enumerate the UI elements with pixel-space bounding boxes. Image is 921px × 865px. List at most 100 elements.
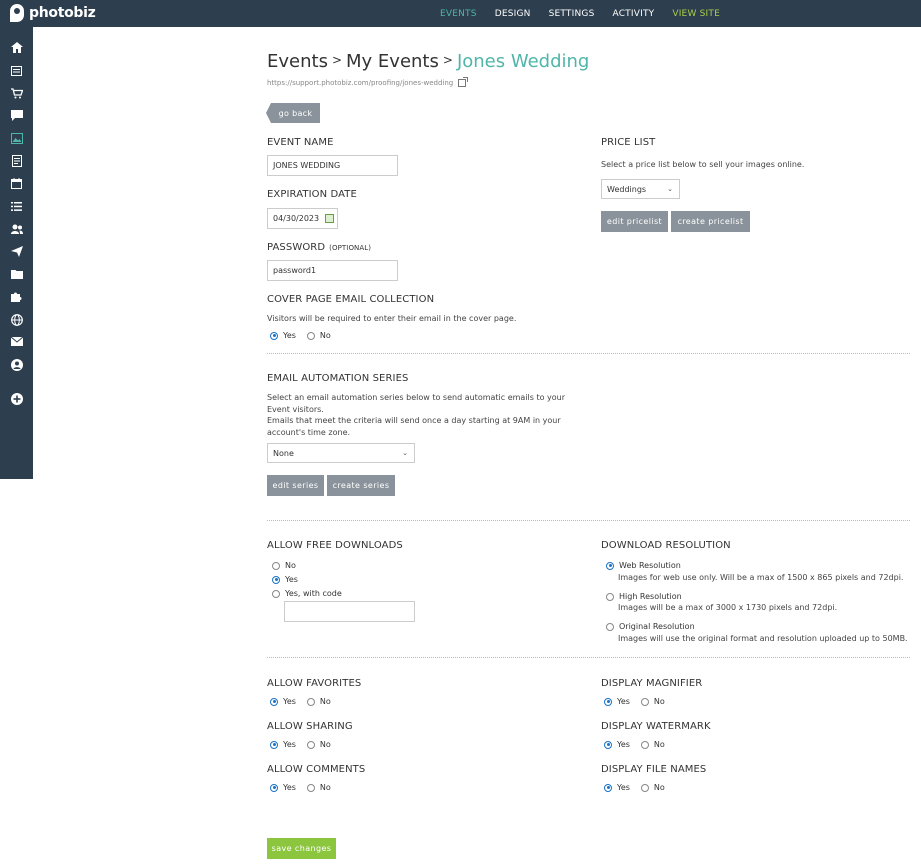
email-series-description-2: Emails that meet the criteria will send …: [267, 416, 561, 437]
nav-design[interactable]: DESIGN: [495, 9, 531, 19]
free-downloads-no-radio[interactable]: [272, 561, 280, 570]
high-resolution-description: Images will be a max of 3000 x 1730 pixe…: [618, 603, 838, 612]
breadcrumb-my-events[interactable]: My Events: [346, 51, 439, 72]
chevron-down-icon: ⌄: [667, 185, 673, 193]
allow-sharing-yes-radio[interactable]: [270, 740, 278, 749]
allow-comments-yes-radio[interactable]: [270, 783, 278, 792]
email-series-selected: None: [273, 448, 294, 458]
logo-icon: [10, 4, 24, 22]
allow-sharing-no-radio[interactable]: [306, 740, 315, 749]
event-url-text[interactable]: https://support.photobiz.com/proofing/jo…: [267, 79, 453, 87]
web-resolution-radio[interactable]: [606, 561, 614, 570]
password-label: PASSWORD (OPTIONAL): [267, 242, 371, 253]
display-file-names-options: Yes No: [604, 783, 665, 792]
section-divider: [267, 353, 910, 354]
cover-email-no-label: No: [319, 331, 331, 340]
calendar-icon[interactable]: [10, 177, 23, 190]
breadcrumb-events[interactable]: Events: [267, 51, 328, 72]
display-watermark-yes-radio[interactable]: [604, 740, 612, 749]
expiration-date-input[interactable]: 04/30/2023: [267, 208, 338, 229]
free-downloads-code-label: Yes, with code: [285, 589, 342, 598]
free-downloads-label: ALLOW FREE DOWNLOADS: [267, 540, 403, 551]
breadcrumb-current: Jones Wedding: [456, 51, 590, 72]
yes-label: Yes: [283, 697, 296, 706]
nav-settings[interactable]: SETTINGS: [549, 9, 595, 19]
puzzle-icon[interactable]: [10, 290, 23, 303]
display-magnifier-yes-radio[interactable]: [604, 697, 612, 706]
download-code-input[interactable]: [284, 601, 415, 622]
document-icon[interactable]: [10, 154, 23, 167]
free-downloads-yes-option: Yes: [272, 575, 298, 584]
original-resolution-option: Original Resolution: [606, 622, 695, 631]
create-pricelist-button[interactable]: create pricelist: [671, 211, 750, 232]
display-magnifier-label: DISPLAY MAGNIFIER: [601, 678, 703, 689]
go-back-button[interactable]: go back: [266, 103, 320, 123]
web-resolution-description: Images for web use only. Will be a max o…: [618, 573, 904, 582]
original-resolution-radio[interactable]: [606, 622, 614, 631]
free-downloads-yes-radio[interactable]: [272, 575, 280, 584]
event-name-input[interactable]: JONES WEDDING: [267, 155, 398, 176]
mail-icon[interactable]: [10, 335, 23, 348]
yes-label: Yes: [617, 740, 630, 749]
edit-pricelist-button[interactable]: edit pricelist: [601, 211, 668, 232]
allow-comments-no-radio[interactable]: [306, 783, 315, 792]
high-resolution-radio[interactable]: [606, 592, 614, 601]
home-icon[interactable]: [10, 41, 23, 54]
cart-icon[interactable]: [10, 87, 23, 100]
photobiz-logo[interactable]: photobiz: [10, 4, 96, 22]
create-series-button[interactable]: create series: [327, 475, 395, 496]
price-list-description: Select a price list below to sell your i…: [601, 160, 805, 169]
price-list-select[interactable]: Weddings ⌄: [601, 179, 680, 199]
sidebar: [0, 27, 33, 479]
list-icon[interactable]: [10, 200, 23, 213]
top-nav: EVENTS DESIGN SETTINGS ACTIVITY VIEW SIT…: [440, 0, 738, 27]
high-resolution-label: High Resolution: [619, 592, 682, 601]
display-watermark-no-radio[interactable]: [640, 740, 649, 749]
email-series-select[interactable]: None ⌄: [267, 443, 415, 463]
cover-email-description: Visitors will be required to enter their…: [267, 314, 517, 323]
password-input[interactable]: password1: [267, 260, 398, 281]
cover-email-no-radio[interactable]: [306, 331, 315, 340]
section-divider: [267, 520, 910, 521]
free-downloads-code-option: Yes, with code: [272, 589, 342, 598]
save-changes-button[interactable]: save changes: [267, 838, 336, 859]
expiration-date-value: 04/30/2023: [273, 214, 320, 223]
cover-email-yes-radio[interactable]: [270, 331, 278, 340]
add-circle-icon[interactable]: [10, 392, 23, 405]
display-file-names-label: DISPLAY FILE NAMES: [601, 764, 707, 775]
user-circle-icon[interactable]: [10, 358, 23, 371]
cover-email-label: COVER PAGE EMAIL COLLECTION: [267, 294, 435, 305]
breadcrumb: Events > My Events > Jones Wedding: [267, 51, 589, 72]
display-file-names-no-radio[interactable]: [640, 783, 649, 792]
gallery-icon[interactable]: [10, 132, 23, 145]
display-watermark-options: Yes No: [604, 740, 665, 749]
users-icon[interactable]: [10, 222, 23, 235]
allow-favorites-yes-radio[interactable]: [270, 697, 278, 706]
download-resolution-label: DOWNLOAD RESOLUTION: [601, 540, 731, 551]
allow-comments-options: Yes No: [270, 783, 331, 792]
high-resolution-option: High Resolution: [606, 592, 682, 601]
logo-text: photobiz: [29, 5, 96, 21]
external-link-icon[interactable]: [458, 77, 469, 87]
price-list-label: PRICE LIST: [601, 137, 656, 148]
edit-series-button[interactable]: edit series: [267, 475, 324, 496]
allow-favorites-no-radio[interactable]: [306, 697, 315, 706]
original-resolution-label: Original Resolution: [619, 622, 695, 631]
display-file-names-yes-radio[interactable]: [604, 783, 612, 792]
free-downloads-code-radio[interactable]: [272, 589, 280, 598]
nav-view-site[interactable]: VIEW SITE: [672, 9, 720, 19]
no-label: No: [653, 740, 665, 749]
page-icon[interactable]: [10, 64, 23, 77]
no-label: No: [319, 783, 331, 792]
nav-events[interactable]: EVENTS: [440, 9, 477, 19]
top-bar: photobiz EVENTS DESIGN SETTINGS ACTIVITY…: [0, 0, 921, 27]
chat-icon[interactable]: [10, 109, 23, 122]
nav-activity[interactable]: ACTIVITY: [613, 9, 655, 19]
expiration-date-label: EXPIRATION DATE: [267, 189, 357, 200]
globe-icon[interactable]: [10, 313, 23, 326]
display-magnifier-no-radio[interactable]: [640, 697, 649, 706]
folder-icon[interactable]: [10, 267, 23, 280]
breadcrumb-separator: >: [442, 53, 453, 67]
send-icon[interactable]: [10, 245, 23, 258]
calendar-picker-icon[interactable]: [325, 214, 334, 223]
